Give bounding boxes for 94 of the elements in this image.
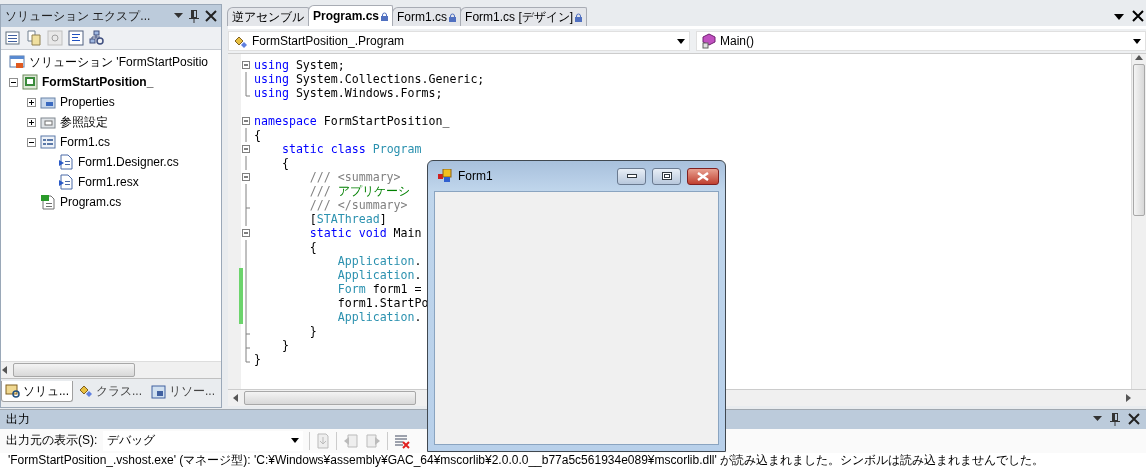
method-icon	[701, 33, 717, 49]
view-code-icon[interactable]	[68, 30, 84, 46]
close-icon[interactable]	[1128, 413, 1140, 426]
close-button[interactable]	[687, 167, 719, 185]
minimize-button[interactable]	[617, 167, 646, 185]
code-line: static void Main	[308, 226, 422, 240]
tree-item[interactable]: Program.cs	[60, 195, 122, 209]
output-text: 'FormStartPosition_.vshost.exe' (マネージ型): 'C:¥Windows¥assembly¥GAC_64¥mscorlib¥2.0.0.0__b77a5c561934e089¥mscorlib.dll' が読み込まれました。シンボルは読み込まれませんでした。	[7, 453, 1046, 468]
code-line: static class Program	[280, 142, 422, 156]
tree-item[interactable]: FormStartPosition_	[42, 75, 154, 89]
code-line: }	[280, 338, 289, 352]
dropdown-arrow-icon	[1133, 38, 1141, 44]
expand-icon[interactable]	[27, 97, 36, 107]
code-file-icon	[58, 174, 74, 190]
panel-tab[interactable]: クラス...	[74, 381, 147, 402]
references-folder-icon	[40, 114, 56, 130]
code-line: Application.	[336, 268, 422, 282]
class-view-icon	[78, 383, 94, 400]
scroll-left-icon[interactable]	[232, 394, 240, 402]
csharp-file-icon	[40, 194, 56, 210]
scrollbar-thumb[interactable]	[1133, 64, 1145, 216]
code-line: /// </summary>	[308, 198, 408, 212]
code-line: /// <summary>	[308, 170, 401, 184]
fold-toggle-icon[interactable]	[241, 114, 252, 128]
code-line: using System;	[254, 58, 345, 72]
window-title: Form1	[458, 169, 494, 183]
type-dropdown[interactable]: FormStartPosition_.Program	[228, 31, 690, 51]
scroll-right-icon[interactable]	[1124, 394, 1132, 402]
panel-tab[interactable]: リソー...	[147, 381, 220, 402]
tree-item[interactable]: Form1.resx	[78, 175, 139, 189]
resource-view-icon	[151, 383, 168, 400]
panel-title: ソリューション エクスプ...	[5, 7, 152, 25]
code-line: Form form1 =	[336, 282, 422, 296]
dropdown-icon[interactable]	[1114, 14, 1124, 20]
code-line: Application.	[336, 310, 422, 324]
tree-item[interactable]: Form1.Designer.cs	[78, 155, 179, 169]
document-tab[interactable]: Form1.cs [デザイン]	[460, 7, 588, 26]
maximize-icon	[661, 172, 672, 180]
document-tab[interactable]: 逆アセンブル	[227, 7, 309, 26]
tree-item[interactable]: ソリューション 'FormStartPositio	[29, 53, 208, 71]
code-line: {	[280, 156, 289, 170]
code-line: }	[254, 352, 261, 366]
dropdown-arrow-icon	[677, 38, 685, 44]
close-icon	[697, 171, 709, 181]
solution-explorer-icon	[5, 383, 21, 399]
show-all-files-icon[interactable]	[26, 30, 42, 46]
code-line: namespace FormStartPosition_	[254, 114, 450, 128]
collapse-icon[interactable]	[9, 77, 18, 87]
code-line: Application.	[336, 254, 422, 268]
tree-item[interactable]: 参照設定	[60, 113, 108, 131]
class-diagram-icon[interactable]	[89, 30, 105, 46]
code-line: /// アプリケーシ	[308, 184, 410, 198]
solution-window-icon	[9, 54, 25, 70]
minimize-icon	[626, 174, 637, 178]
member-dropdown[interactable]: Main()	[696, 31, 1146, 51]
dropdown-arrow-icon	[291, 438, 300, 444]
dropdown-icon[interactable]	[1093, 416, 1102, 423]
code-line: {	[254, 128, 261, 142]
scroll-left-icon[interactable]	[1, 366, 9, 374]
code-line: [STAThread]	[308, 212, 387, 226]
properties-icon[interactable]	[5, 30, 21, 46]
code-line: using System.Collections.Generic;	[254, 72, 485, 86]
panel-title: 出力	[6, 410, 31, 428]
code-line: using System.Windows.Forms;	[254, 86, 443, 100]
fold-toggle-icon[interactable]	[241, 142, 252, 156]
pin-icon[interactable]	[1110, 412, 1120, 427]
fold-toggle-icon[interactable]	[241, 226, 252, 240]
code-line: {	[308, 240, 317, 254]
close-icon[interactable]	[205, 10, 217, 22]
form-icon	[40, 134, 56, 150]
properties-folder-icon	[40, 94, 56, 110]
clear-all-icon[interactable]	[394, 432, 411, 449]
close-icon[interactable]	[1132, 10, 1144, 22]
panel-tab[interactable]: ソリュ...	[1, 381, 73, 402]
expand-icon[interactable]	[27, 117, 36, 127]
tree-item[interactable]: Form1.cs	[60, 135, 110, 149]
code-line: form1.StartPo	[336, 296, 429, 310]
scrollbar-thumb[interactable]	[244, 391, 416, 405]
collapse-icon[interactable]	[27, 137, 36, 147]
document-tab[interactable]: Form1.cs	[392, 7, 462, 26]
document-tab[interactable]: Program.cs	[308, 5, 394, 26]
fold-toggle-icon[interactable]	[241, 58, 252, 72]
project-icon	[22, 74, 38, 90]
code-line: }	[308, 324, 317, 338]
pin-icon[interactable]	[189, 9, 199, 23]
dropdown-icon[interactable]	[174, 13, 183, 19]
form-app-icon	[438, 169, 452, 183]
code-file-icon	[58, 154, 74, 170]
output-source-dropdown[interactable]: デバッグ	[103, 430, 304, 451]
scrollbar-thumb[interactable]	[13, 363, 135, 377]
fold-toggle-icon[interactable]	[241, 170, 252, 184]
output-source-label: 出力元の表示(S):	[6, 432, 98, 450]
tree-item[interactable]: Properties	[60, 95, 115, 109]
maximize-button[interactable]	[652, 167, 681, 185]
